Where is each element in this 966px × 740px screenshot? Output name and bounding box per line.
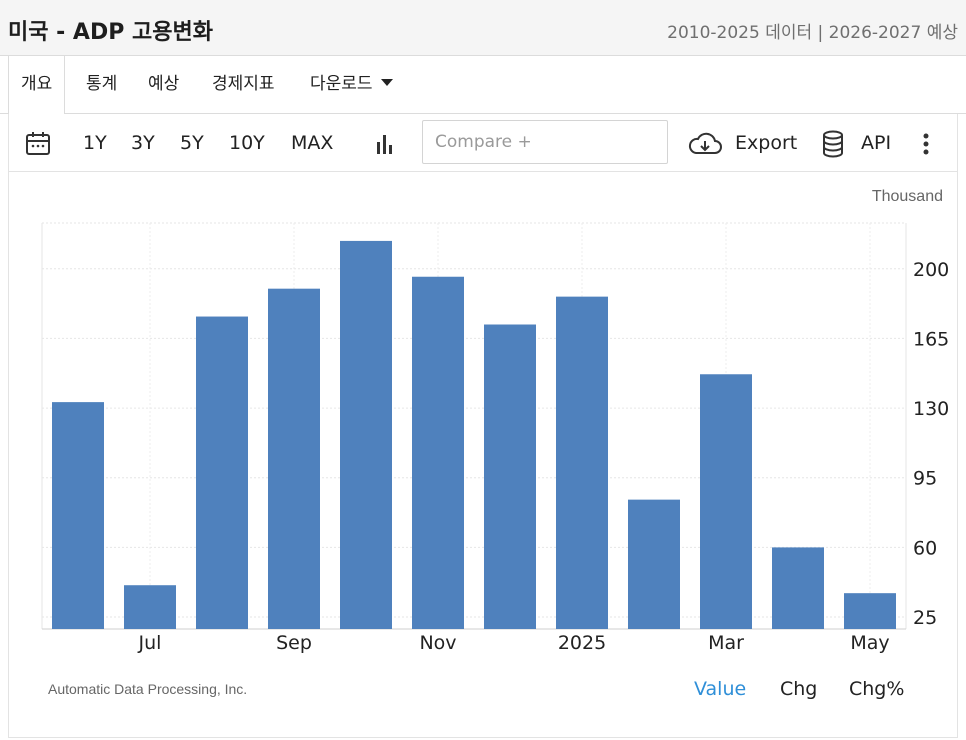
x-tick-label: 2025 [558, 632, 606, 654]
bar-jun[interactable] [52, 402, 104, 629]
bar-apr[interactable] [772, 547, 824, 629]
bar-jul[interactable] [124, 585, 176, 629]
bar-mar[interactable] [700, 374, 752, 629]
y-tick-label: 25 [913, 607, 937, 629]
x-tick-label: Jul [138, 632, 162, 654]
bar-aug[interactable] [196, 316, 248, 629]
mode-chg-pct-button[interactable]: Chg% [849, 678, 904, 700]
y-tick-label: 200 [913, 259, 949, 281]
x-tick-label: Sep [276, 632, 312, 654]
bar-sep[interactable] [268, 288, 320, 629]
mode-value-button[interactable]: Value [694, 678, 746, 700]
bar-nov[interactable] [412, 276, 464, 629]
x-tick-label: Nov [419, 632, 456, 654]
x-axis-ticks: Jul Sep Nov 2025 Mar May [138, 632, 890, 654]
data-source: Automatic Data Processing, Inc. [48, 681, 248, 697]
y-tick-label: 95 [913, 468, 937, 490]
bar-chart: Thousand 25 60 95 130 165 200 Jul Sep Nov 2025 Ma… [41, 188, 949, 654]
x-tick-label: Mar [708, 632, 744, 654]
y-axis-ticks: 25 60 95 130 165 200 [913, 259, 949, 629]
y-tick-label: 165 [913, 328, 949, 350]
y-tick-label: 130 [913, 398, 949, 420]
bar-feb[interactable] [628, 499, 680, 629]
y-unit-label: Thousand [872, 188, 943, 205]
bar-2025[interactable] [556, 296, 608, 629]
y-tick-label: 60 [913, 537, 937, 559]
x-tick-label: May [850, 632, 889, 654]
bar-oct[interactable] [340, 240, 392, 630]
bar-dec[interactable] [484, 324, 536, 630]
mode-chg-button[interactable]: Chg [780, 678, 817, 700]
bar-may[interactable] [844, 593, 896, 629]
bar-series [52, 240, 896, 630]
